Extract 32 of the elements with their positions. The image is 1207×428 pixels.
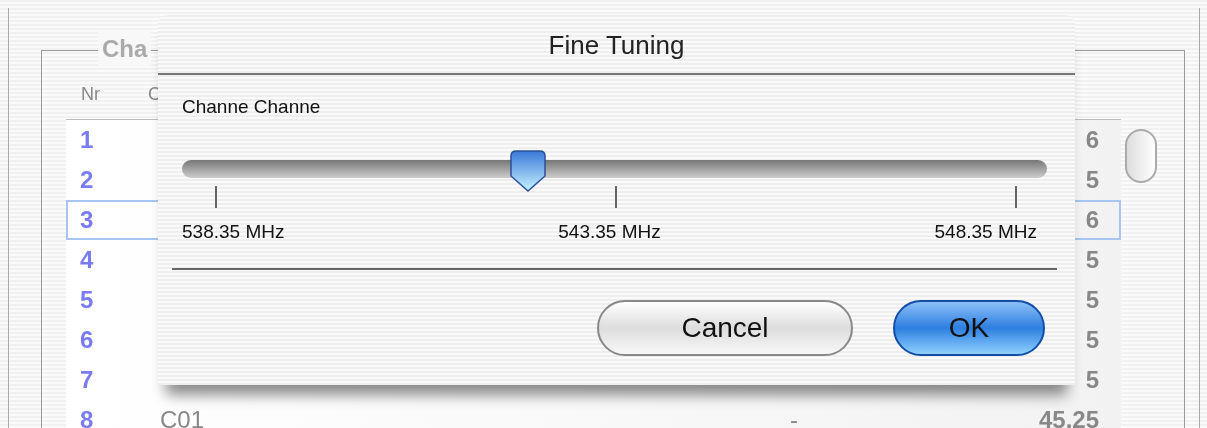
- frequency-value: 45.25: [1038, 405, 1099, 428]
- slider-label: Channe Channe: [182, 95, 322, 119]
- slider-track[interactable]: [182, 149, 1047, 194]
- tick-label: 543.35 MHz: [558, 219, 661, 244]
- row-number: 4: [80, 246, 94, 273]
- tick-mark: [215, 185, 217, 208]
- row-number: 7: [80, 366, 94, 393]
- row-number: 1: [80, 126, 94, 153]
- group-title: Cha: [98, 31, 152, 67]
- frequency-value: 5: [1085, 365, 1099, 395]
- column-header: Nr: [81, 83, 100, 106]
- scrollbar-thumb[interactable]: [1125, 129, 1157, 183]
- row-number: 8: [80, 406, 94, 428]
- row-number: 3: [80, 206, 94, 233]
- list-row[interactable]: 8 C01 - 45.25: [66, 400, 1121, 428]
- slider-thumb[interactable]: [510, 149, 546, 192]
- tick-mark: [1015, 185, 1017, 208]
- cancel-button[interactable]: Cancel: [597, 300, 853, 356]
- frequency-value: 6: [1085, 205, 1099, 235]
- tick-label: 548.35 MHz: [934, 219, 1037, 244]
- dialog-title: Fine Tuning: [158, 15, 1075, 75]
- ok-button[interactable]: OK: [893, 300, 1045, 356]
- frequency-value: 5: [1085, 165, 1099, 195]
- frequency-value: 5: [1085, 285, 1099, 315]
- row-mark: -: [790, 406, 798, 428]
- channel-code: C01: [160, 406, 205, 428]
- tick-label: 538.35 MHz: [182, 219, 285, 244]
- tick-mark: [615, 185, 617, 208]
- row-number: 2: [80, 166, 94, 193]
- frequency-value: 5: [1085, 245, 1099, 275]
- row-number: 5: [80, 286, 94, 313]
- frequency-value: 6: [1085, 125, 1099, 155]
